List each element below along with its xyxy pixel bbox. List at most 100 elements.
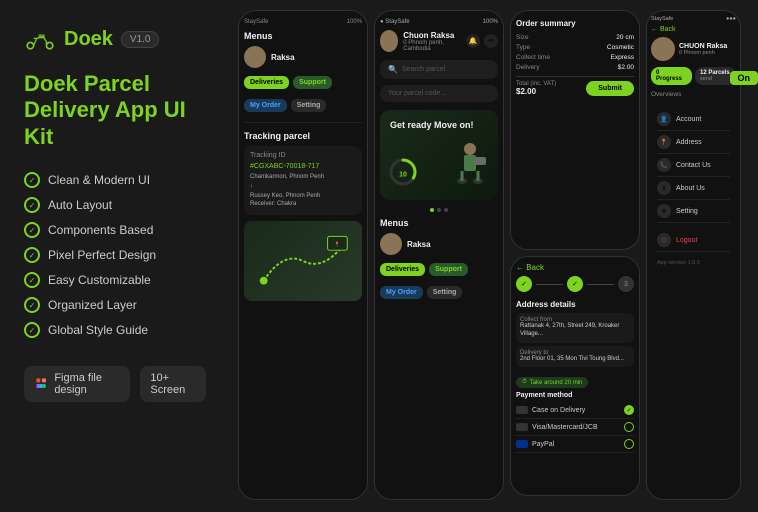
order-row-collect: Collect time Express xyxy=(516,54,634,61)
order-val-type: Cosmetic xyxy=(607,44,634,51)
parcel-placeholder: Your parcel code... xyxy=(388,90,446,97)
order-row-type: Type Cosmetic xyxy=(516,44,634,51)
search-bar[interactable]: 🔍 Search parcel xyxy=(380,60,498,79)
delivery-address: 2nd Floor 01, 35 Mon Tivi Toung Blvd... xyxy=(520,356,630,364)
tab-deliveries-2[interactable]: Deliveries xyxy=(380,263,425,276)
tab-setting[interactable]: Setting xyxy=(291,99,327,112)
tab-myorder[interactable]: My Order xyxy=(244,99,287,112)
phone2-menus-label: Menus xyxy=(380,218,498,228)
phone5-signal: ●●● xyxy=(726,16,736,22)
phone2-bottom-tabs: Deliveries Support xyxy=(380,263,498,276)
progress-value: 10 xyxy=(399,171,407,178)
feature-label-1: Clean & Modern UI xyxy=(48,173,150,187)
phone-profile-screen: StaySafe ●●● ← Back CHUON Raksa 0 Phnom … xyxy=(647,11,740,499)
cod-text: Case on Delivery xyxy=(532,407,585,414)
order-title: Order summary xyxy=(516,19,634,28)
contact-icon: 📞 xyxy=(657,158,671,172)
edit-icon[interactable]: ✏ xyxy=(484,34,498,48)
payment-paypal: PayPal xyxy=(516,436,634,453)
map-bg: 📍 xyxy=(244,221,362,301)
step-3: 3 xyxy=(618,276,634,292)
menu-about[interactable]: ℹ About Us xyxy=(657,177,730,200)
submit-button[interactable]: Submit xyxy=(586,81,634,96)
feature-item-1: Clean & Modern UI xyxy=(24,172,206,188)
feature-item-5: Easy Customizable xyxy=(24,272,206,288)
phone2-statusbar: ● StaySafe 100% xyxy=(380,19,498,25)
overviews-label: Overviews xyxy=(651,91,736,98)
order-key-size: Size xyxy=(516,34,529,41)
logout-icon: ⬡ xyxy=(657,233,671,247)
logout-symbol: ⬡ xyxy=(661,237,666,244)
check-icon-1 xyxy=(24,172,40,188)
figma-label: Figma file design xyxy=(54,372,120,396)
phone5-menu: 👤 Account 📍 Address 📞 Contact Us xyxy=(651,102,736,272)
features-list: Clean & Modern UI Auto Layout Components… xyxy=(24,172,206,338)
phone5-user-info: CHUON Raksa 0 Phnom penh xyxy=(679,43,727,56)
phone-search: ● StaySafe 100% Chuon Raksa 0 Phnom penh… xyxy=(374,10,504,500)
phone2-bottom-tabs-2: My Order Setting xyxy=(380,286,498,299)
back-arrow[interactable]: ← Back xyxy=(516,263,544,272)
phone2-carrier: ● StaySafe xyxy=(380,19,410,25)
total-left: Total (inc. VAT) $2.00 xyxy=(516,81,556,96)
phone2-bottom-avatar xyxy=(380,233,402,255)
tab-myorder-2[interactable]: My Order xyxy=(380,286,423,299)
bell-icon[interactable]: 🔔 xyxy=(466,34,480,48)
phone1-username: Raksa xyxy=(271,53,295,62)
phone-address-screen: ← Back ✓ ✓ 3 Address details Collect fro… xyxy=(511,257,639,495)
phone1-battery: 100% xyxy=(347,19,362,25)
paypal-icon xyxy=(516,440,528,448)
feature-label-6: Organized Layer xyxy=(48,298,137,312)
time-label: Take around 20 min xyxy=(530,380,583,386)
phone-address: ← Back ✓ ✓ 3 Address details Collect fro… xyxy=(510,256,640,496)
phone-profile: StaySafe ●●● ← Back CHUON Raksa 0 Phnom … xyxy=(646,10,741,500)
menu-logout[interactable]: ⬡ Logout xyxy=(657,229,730,252)
order-total-row: Total (inc. VAT) $2.00 Submit xyxy=(516,76,634,96)
phone5-back[interactable]: ← Back xyxy=(651,26,736,33)
about-icon: ℹ xyxy=(657,181,671,195)
menu-address[interactable]: 📍 Address xyxy=(657,131,730,154)
order-val-size: 20 cm xyxy=(616,34,634,41)
setting-symbol: ⚙ xyxy=(661,208,666,215)
phone2-user-info: Chuon Raksa 0 Phnom penh, Cambodia xyxy=(403,31,461,52)
svg-text:📍: 📍 xyxy=(334,241,340,248)
order-val-collect: Express xyxy=(611,54,634,61)
tracking-section: Tracking ID #CGXABC-70018-717 Chamkarmon… xyxy=(244,146,362,215)
check-icon-6 xyxy=(24,297,40,313)
screens-label: 10+ Screen xyxy=(150,372,185,396)
time-badge: ⏱ Take around 20 min xyxy=(516,377,588,388)
bell-symbol: 🔔 xyxy=(469,37,478,45)
parcels-sub: send xyxy=(700,76,731,82)
paypal-text: PayPal xyxy=(532,441,554,448)
phone1-tabs-2: My Order Setting xyxy=(244,99,362,112)
tracking-id-value: #CGXABC-70018-717 xyxy=(250,163,356,170)
paypal-check[interactable] xyxy=(624,439,634,449)
app-version: App version 1.0.0 xyxy=(657,260,730,266)
map-area: 📍 xyxy=(244,221,362,301)
menu-account[interactable]: 👤 Account xyxy=(657,108,730,131)
check-icon-3 xyxy=(24,222,40,238)
tab-support-2[interactable]: Support xyxy=(429,263,468,276)
cod-check[interactable] xyxy=(624,405,634,415)
tracking-id-label: Tracking ID xyxy=(250,152,356,159)
phone1-tabs: Deliveries Support xyxy=(244,76,362,89)
menu-contact[interactable]: 📞 Contact Us xyxy=(657,154,730,177)
progress-steps: ✓ ✓ 3 xyxy=(516,276,634,292)
tab-support[interactable]: Support xyxy=(293,76,332,89)
address-label: Address xyxy=(676,139,702,146)
tab-deliveries[interactable]: Deliveries xyxy=(244,76,289,89)
phone1-user-row: Raksa xyxy=(244,46,362,68)
step-2: ✓ xyxy=(567,276,583,292)
right-phone-col: Order summary Size 20 cm Type Cosmetic C… xyxy=(510,10,640,502)
visa-check[interactable] xyxy=(624,422,634,432)
feature-item-6: Organized Layer xyxy=(24,297,206,313)
tab-setting-2[interactable]: Setting xyxy=(427,286,463,299)
feature-item-7: Global Style Guide xyxy=(24,322,206,338)
payment-cod-left: Case on Delivery xyxy=(516,406,585,414)
version-badge: V1.0 xyxy=(121,31,160,48)
edit-symbol: ✏ xyxy=(488,37,494,45)
phone5-stats: 0 Progress 12 Parcels send xyxy=(651,67,736,85)
menu-setting[interactable]: ⚙ Setting xyxy=(657,200,730,223)
parcel-input[interactable]: Your parcel code... xyxy=(380,85,498,102)
feature-label-5: Easy Customizable xyxy=(48,273,151,287)
address-title: Address details xyxy=(516,300,634,309)
